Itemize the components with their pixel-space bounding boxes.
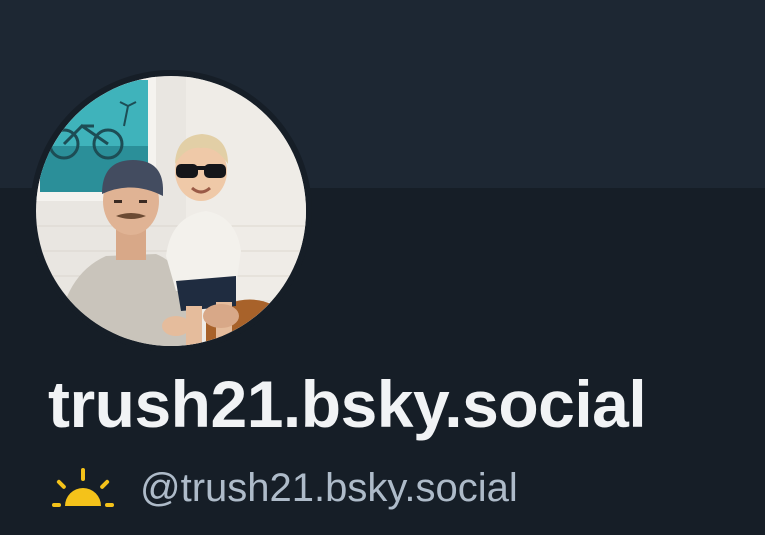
avatar-border — [30, 70, 312, 352]
avatar[interactable] — [36, 76, 306, 346]
profile-page: trush21.bsky.social @trush21.bsky.social — [0, 0, 765, 535]
profile-handle[interactable]: @trush21.bsky.social — [140, 462, 518, 514]
profile-display-name: trush21.bsky.social — [48, 367, 647, 441]
handle-row: @trush21.bsky.social — [52, 462, 518, 514]
sun-icon — [52, 466, 114, 510]
avatar-photo — [36, 76, 306, 346]
